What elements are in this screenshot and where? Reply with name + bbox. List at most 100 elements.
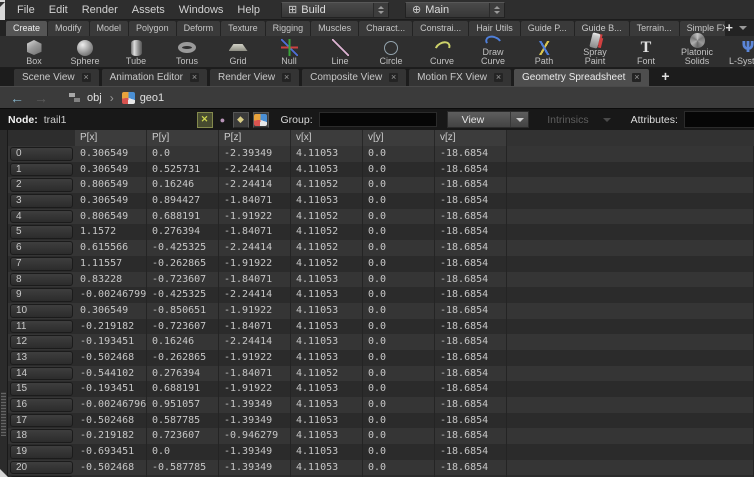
shelf-menu-chevron-icon[interactable] — [739, 26, 747, 30]
cell-vz[interactable]: -18.6854 — [435, 334, 507, 350]
cell-px[interactable]: -0.193451 — [75, 334, 147, 350]
menu-item[interactable]: Edit — [42, 4, 75, 16]
row-index[interactable]: 12 — [10, 335, 73, 349]
cell-pz[interactable]: -1.39349 — [219, 460, 291, 476]
cell-vx[interactable]: 4.11052 — [291, 256, 363, 272]
cell-vx[interactable]: 4.11053 — [291, 413, 363, 429]
cell-vx[interactable]: 4.11053 — [291, 193, 363, 209]
cell-pz[interactable]: -1.39349 — [219, 444, 291, 460]
row-index[interactable]: 8 — [10, 273, 73, 287]
row-index[interactable]: 0 — [10, 147, 73, 161]
cell-vy[interactable]: 0.0 — [363, 240, 435, 256]
row-index[interactable]: 9 — [10, 288, 73, 302]
cell-vy[interactable]: 0.0 — [363, 334, 435, 350]
shelf-tab[interactable]: Guide P... — [521, 21, 574, 36]
row-index[interactable]: 15 — [10, 382, 73, 396]
add-pane-tab-button[interactable]: + — [652, 68, 678, 86]
cell-vy[interactable]: 0.0 — [363, 444, 435, 460]
cell-py[interactable]: 0.16246 — [147, 334, 219, 350]
cell-vz[interactable]: -18.6854 — [435, 303, 507, 319]
spinner-icon[interactable] — [489, 3, 504, 17]
close-tab-icon[interactable]: × — [632, 73, 641, 82]
cell-pz[interactable]: -2.24414 — [219, 240, 291, 256]
cell-vy[interactable]: 0.0 — [363, 209, 435, 225]
cell-vz[interactable]: -18.6854 — [435, 224, 507, 240]
cell-px[interactable]: -0.219182 — [75, 428, 147, 444]
pin-node-button[interactable]: ◆ — [233, 112, 249, 128]
pane-tab[interactable]: Animation Editor × — [102, 69, 207, 86]
column-header[interactable]: P[z] — [219, 130, 291, 146]
cell-vz[interactable]: -18.6854 — [435, 460, 507, 476]
cell-vx[interactable]: 4.11052 — [291, 209, 363, 225]
cell-vy[interactable]: 0.0 — [363, 303, 435, 319]
shelf-tab[interactable]: Terrain... — [630, 21, 679, 36]
row-index[interactable]: 10 — [10, 304, 73, 318]
shelf-tool[interactable]: Platonic Solids — [673, 36, 721, 67]
cell-vz[interactable]: -18.6854 — [435, 162, 507, 178]
cell-pz[interactable]: -1.39349 — [219, 397, 291, 413]
cell-pz[interactable]: -1.84071 — [219, 272, 291, 288]
cell-vx[interactable]: 4.11053 — [291, 146, 363, 162]
pane-tab[interactable]: Composite View × — [302, 69, 406, 86]
row-index[interactable]: 19 — [10, 445, 73, 459]
cell-px[interactable]: -0.00246799 — [75, 287, 147, 303]
cell-vz[interactable]: -18.6854 — [435, 350, 507, 366]
shelf-tool[interactable]: L-System — [724, 36, 754, 67]
cell-py[interactable]: -0.723607 — [147, 272, 219, 288]
spinner-icon[interactable] — [373, 3, 388, 17]
cell-vx[interactable]: 4.11052 — [291, 224, 363, 240]
shelf-tab[interactable]: Hair Utils — [469, 21, 520, 36]
row-index[interactable]: 1 — [10, 163, 73, 177]
row-index[interactable]: 3 — [10, 194, 73, 208]
column-header[interactable]: v[z] — [435, 130, 507, 146]
menu-item[interactable]: Render — [75, 4, 125, 16]
add-shelf-tab-button[interactable]: + — [725, 21, 733, 35]
cell-vy[interactable]: 0.0 — [363, 319, 435, 335]
cell-px[interactable]: 0.306549 — [75, 303, 147, 319]
desktop-selector[interactable]: ⊞ Build — [281, 2, 389, 18]
menu-item[interactable]: Help — [230, 4, 267, 16]
cell-vx[interactable]: 4.11053 — [291, 381, 363, 397]
cell-vy[interactable]: 0.0 — [363, 381, 435, 397]
forward-button[interactable]: → — [34, 88, 48, 108]
cell-vx[interactable]: 4.11053 — [291, 350, 363, 366]
cell-vz[interactable]: -18.6854 — [435, 256, 507, 272]
geometry-node-button[interactable] — [253, 112, 269, 128]
cell-px[interactable]: 0.306549 — [75, 146, 147, 162]
cell-py[interactable]: 0.688191 — [147, 381, 219, 397]
cell-vy[interactable]: 0.0 — [363, 397, 435, 413]
cell-vx[interactable]: 4.11053 — [291, 397, 363, 413]
cell-vy[interactable]: 0.0 — [363, 350, 435, 366]
cell-px[interactable]: -0.00246796 — [75, 397, 147, 413]
cell-pz[interactable]: -0.946279 — [219, 428, 291, 444]
cell-vy[interactable]: 0.0 — [363, 177, 435, 193]
row-index[interactable]: 16 — [10, 398, 73, 412]
cell-vy[interactable]: 0.0 — [363, 162, 435, 178]
cell-py[interactable]: -0.262865 — [147, 256, 219, 272]
breadcrumb-item[interactable]: › obj — [68, 92, 102, 104]
cell-pz[interactable]: -1.84071 — [219, 366, 291, 382]
viewer-selector[interactable]: ⊕ Main — [405, 2, 505, 18]
row-index[interactable]: 14 — [10, 367, 73, 381]
shelf-tool[interactable]: Font — [622, 36, 670, 67]
back-button[interactable]: ← — [10, 88, 24, 108]
shelf-tab[interactable]: Muscles — [311, 21, 358, 36]
pane-tab[interactable]: Motion FX View × — [409, 69, 511, 86]
cell-py[interactable]: 0.723607 — [147, 428, 219, 444]
attributes-filter-input[interactable] — [684, 111, 754, 128]
close-tab-icon[interactable]: × — [82, 73, 91, 82]
intrinsics-dropdown[interactable]: Intrinsics — [547, 114, 610, 126]
cell-px[interactable]: -0.502468 — [75, 413, 147, 429]
row-index[interactable]: 20 — [10, 461, 73, 475]
cell-pz[interactable]: -1.39349 — [219, 413, 291, 429]
cell-pz[interactable]: -2.24414 — [219, 177, 291, 193]
cell-py[interactable]: 0.16246 — [147, 177, 219, 193]
cell-vy[interactable]: 0.0 — [363, 413, 435, 429]
cell-vy[interactable]: 0.0 — [363, 256, 435, 272]
cell-py[interactable]: -0.723607 — [147, 319, 219, 335]
cell-py[interactable]: 0.0 — [147, 444, 219, 460]
cell-vz[interactable]: -18.6854 — [435, 209, 507, 225]
column-header[interactable]: P[y] — [147, 130, 219, 146]
cell-vy[interactable]: 0.0 — [363, 193, 435, 209]
close-tab-icon[interactable]: × — [389, 73, 398, 82]
